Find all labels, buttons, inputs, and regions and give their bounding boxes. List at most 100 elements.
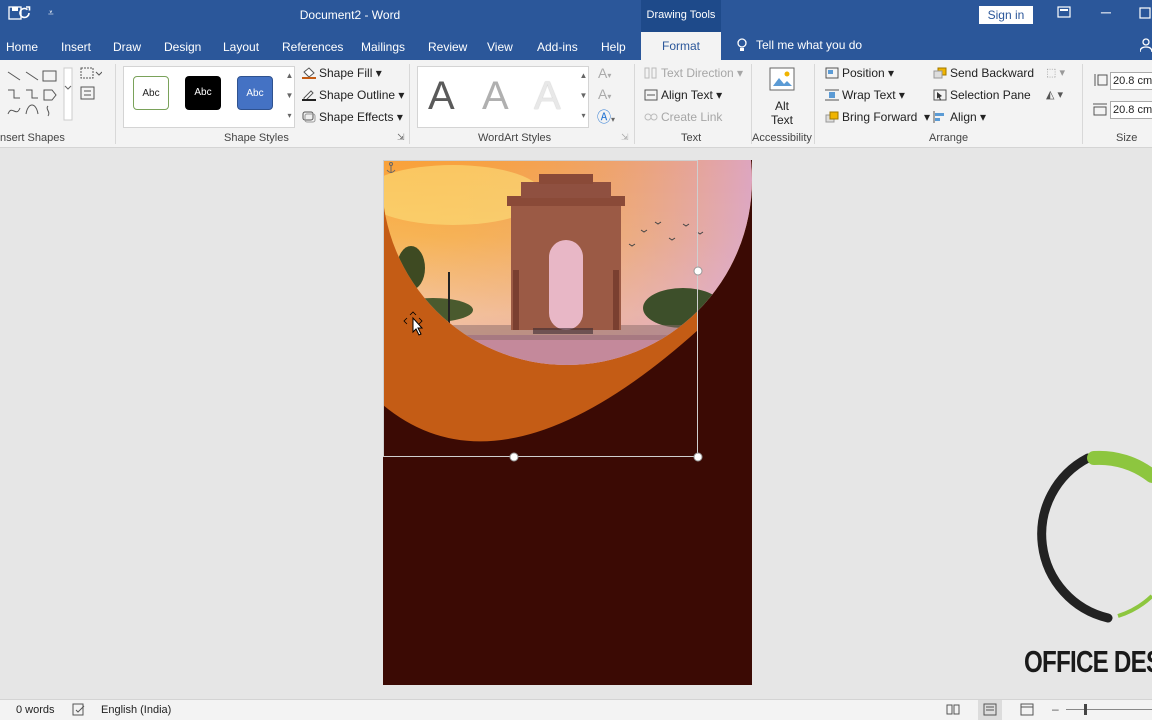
minimize-icon[interactable]: ─	[1101, 4, 1111, 20]
title-bar: ⩡ Document2 - Word Drawing Tools Sign in…	[0, 0, 1152, 32]
wordart-style-2[interactable]: A	[482, 74, 509, 119]
shape-height-input[interactable]: 20.8 cm	[1110, 72, 1152, 90]
shape-height-icon	[1092, 73, 1108, 90]
send-backward-button[interactable]: Send Backward	[933, 66, 1034, 80]
wordart-styles-group-label: WordArt Styles	[478, 132, 552, 144]
paint-bucket-icon	[302, 67, 316, 79]
shape-styles-group-label: Shape Styles	[224, 132, 289, 144]
tab-draw[interactable]: Draw	[113, 40, 141, 54]
share-icon[interactable]	[1139, 38, 1152, 55]
alt-text-icon	[769, 67, 795, 91]
align-text-button[interactable]: Align Text ▾	[644, 88, 722, 102]
print-layout-icon[interactable]	[978, 700, 1002, 720]
size-group-label: Size	[1116, 132, 1138, 144]
maximize-icon[interactable]	[1139, 6, 1151, 22]
tab-references[interactable]: References	[282, 40, 343, 54]
tell-me-text: Tell me what you do	[756, 38, 863, 52]
text-direction-icon	[644, 67, 657, 79]
create-link-button[interactable]: Create Link	[644, 110, 722, 124]
shape-styles-scroll[interactable]: ▲ ▼ ▾	[284, 66, 295, 128]
ribbon: nsert Shapes Abc Abc Abc ▲ ▼ ▾ Shape Fill …	[0, 60, 1152, 148]
resize-handle-bottom-right[interactable]	[693, 452, 703, 462]
shape-fill-button[interactable]: Shape Fill ▾	[302, 66, 382, 80]
position-icon	[825, 67, 839, 79]
watermark-text: OFFICE DES	[1024, 644, 1152, 679]
tab-design[interactable]: Design	[164, 40, 201, 54]
ribbon-tabs: Home Insert Draw Design Layout Reference…	[0, 32, 1152, 60]
tab-view[interactable]: View	[487, 40, 513, 54]
tab-review[interactable]: Review	[428, 40, 467, 54]
tab-help[interactable]: Help	[601, 40, 626, 54]
align-button[interactable]: Align ▾	[933, 110, 986, 124]
zoom-out-icon[interactable]: –	[1052, 702, 1059, 716]
group-objects-icon[interactable]: ⬚ ▾	[1046, 66, 1065, 79]
word-count[interactable]: 0 words	[16, 704, 55, 716]
separator	[1082, 64, 1083, 144]
insert-shapes-group-label: nsert Shapes	[0, 132, 65, 144]
wordart-style-1[interactable]: A	[428, 74, 455, 119]
shape-style-black[interactable]: Abc	[185, 76, 221, 110]
pencil-icon	[302, 90, 316, 101]
tab-format[interactable]: Format	[641, 32, 721, 60]
shape-style-blue[interactable]: Abc	[237, 76, 273, 110]
shape-style-white[interactable]: Abc	[133, 76, 169, 110]
drawing-tools-label: Drawing Tools	[641, 0, 721, 32]
text-group-label: Text	[681, 132, 702, 144]
read-mode-icon[interactable]	[946, 703, 960, 719]
edit-shape-icon[interactable]	[80, 66, 103, 83]
text-fill-icon[interactable]: A▾	[598, 65, 611, 81]
text-box-icon[interactable]	[80, 86, 96, 103]
accessibility-group-label: Accessibility	[752, 132, 812, 144]
selection-pane-icon	[933, 89, 947, 101]
shape-styles-dialog-launcher-icon[interactable]: ⇲	[397, 132, 405, 143]
selection-pane-button[interactable]: Selection Pane	[933, 88, 1031, 102]
zoom-slider[interactable]	[1066, 709, 1152, 710]
tab-insert[interactable]: Insert	[61, 40, 91, 54]
wordart-scroll[interactable]: ▲ ▼ ▾	[578, 66, 589, 128]
link-icon	[644, 113, 658, 121]
document-canvas[interactable]	[0, 148, 1152, 699]
wordart-style-3[interactable]: A	[534, 74, 561, 119]
wrap-text-button[interactable]: Wrap Text ▾	[825, 88, 905, 102]
arrange-group-label: Arrange	[929, 132, 969, 144]
separator	[115, 64, 116, 144]
document-page[interactable]	[383, 160, 752, 685]
shape-effects-button[interactable]: Shape Effects ▾	[302, 110, 403, 124]
sign-in-button[interactable]: Sign in	[979, 6, 1033, 24]
tell-me-search[interactable]: Tell me what you do	[736, 38, 862, 52]
shape-width-input[interactable]: 20.8 cm	[1110, 101, 1152, 119]
resize-handle-right[interactable]	[693, 266, 703, 276]
bring-forward-button[interactable]: Bring Forward ▾	[825, 110, 930, 124]
text-effects-icon[interactable]: Ⓐ▾	[597, 107, 615, 127]
tab-layout[interactable]: Layout	[223, 40, 259, 54]
office-logo-icon	[1037, 450, 1152, 623]
proofing-icon[interactable]	[72, 703, 86, 719]
separator	[634, 64, 635, 144]
position-button[interactable]: Position ▾	[825, 66, 894, 80]
shape-effects-icon	[302, 111, 316, 123]
zoom-slider-thumb[interactable]	[1084, 704, 1087, 715]
language-indicator[interactable]: English (India)	[101, 704, 171, 716]
shape-outline-button[interactable]: Shape Outline ▾	[302, 88, 404, 102]
wrap-text-icon	[825, 89, 839, 101]
separator	[814, 64, 815, 144]
align-icon	[933, 111, 944, 123]
resize-handle-bottom[interactable]	[509, 452, 519, 462]
shapes-gallery[interactable]	[4, 66, 74, 124]
text-outline-icon[interactable]: A▾	[598, 86, 611, 102]
web-layout-icon[interactable]	[1020, 703, 1034, 719]
text-direction-button[interactable]: Text Direction ▾	[644, 66, 743, 80]
document-title: Document2 - Word	[299, 8, 401, 22]
send-backward-icon	[933, 67, 947, 79]
tab-add-ins[interactable]: Add-ins	[537, 40, 578, 54]
alt-text-button[interactable]: Alt Text	[762, 66, 802, 130]
ribbon-display-options-icon[interactable]	[1057, 5, 1071, 21]
shape-width-icon	[1092, 102, 1108, 119]
bring-forward-icon	[825, 111, 839, 123]
wordart-dialog-launcher-icon[interactable]: ⇲	[621, 132, 629, 143]
separator	[409, 64, 410, 144]
tab-home[interactable]: Home	[6, 40, 38, 54]
tab-mailings[interactable]: Mailings	[361, 40, 405, 54]
page-artwork	[383, 160, 752, 462]
rotate-icon[interactable]: ◭ ▾	[1046, 88, 1063, 101]
